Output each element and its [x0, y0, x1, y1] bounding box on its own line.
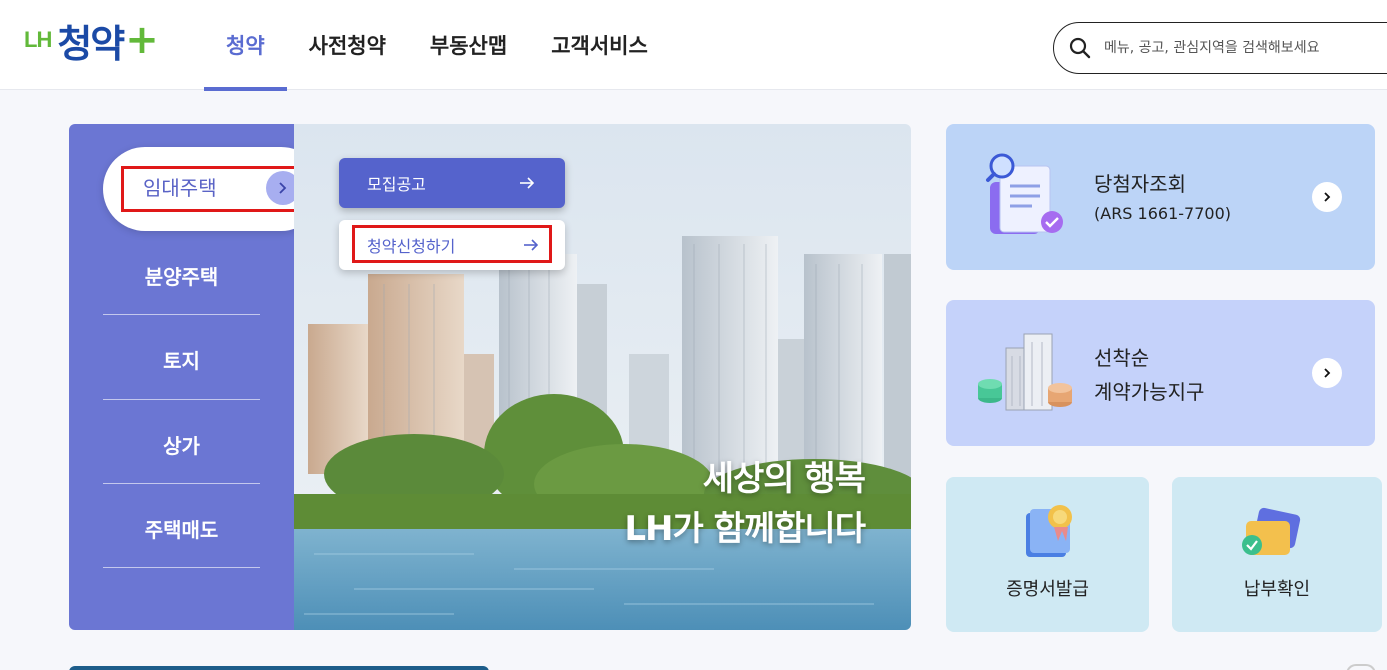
- lh-logo[interactable]: LH 청약 +: [24, 8, 159, 72]
- menu-divider: [103, 399, 260, 400]
- header: LH 청약 + 청약 사전청약 부동산맵 고객서비스: [0, 0, 1387, 91]
- hero-slogan-line1: 세상의 행복: [702, 459, 866, 499]
- first-come-card[interactable]: 선착순 계약가능지구: [946, 300, 1375, 446]
- chevron-right-icon[interactable]: [1312, 182, 1342, 212]
- highlight-box-apply: [352, 225, 552, 263]
- logo-plus-text: +: [125, 17, 159, 63]
- category-commercial[interactable]: 상가: [103, 430, 260, 459]
- winner-lookup-card[interactable]: 당첨자조회 (ARS 1661-7700): [946, 124, 1375, 270]
- certificate-icon: [1026, 505, 1072, 557]
- search-icon[interactable]: [1068, 36, 1092, 60]
- logo-main-text: 청약: [57, 21, 125, 66]
- hero-slogan: 세상의 행복 LH가 함께합니다: [624, 454, 866, 554]
- payment-check-label: 납부확인: [1243, 579, 1311, 600]
- chevron-right-icon[interactable]: [1312, 358, 1342, 388]
- hero-slogan-line2: LH가 함께합니다: [624, 509, 866, 549]
- payment-check-card[interactable]: 납부확인: [1172, 477, 1382, 632]
- building-coins-icon: [978, 333, 1072, 411]
- certificate-issue-label: 증명서발급: [1006, 579, 1089, 600]
- nav-item-real-estate-map[interactable]: 부동산맵: [408, 0, 529, 90]
- main-nav: 청약 사전청약 부동산맵 고객서비스: [204, 0, 670, 91]
- menu-divider: [103, 483, 260, 484]
- certificate-issue-card[interactable]: 증명서발급: [946, 477, 1149, 632]
- search-box[interactable]: [1053, 22, 1387, 74]
- arrow-right-icon: [520, 177, 535, 189]
- highlight-box-rental: [121, 166, 312, 212]
- logo-lh-text: LH: [24, 27, 52, 52]
- document-check-icon: [986, 153, 1063, 234]
- scroll-top-button-edge[interactable]: [1346, 664, 1376, 670]
- winner-lookup-title: 당첨자조회: [1094, 172, 1186, 196]
- search-input[interactable]: [1104, 40, 1384, 56]
- category-house-purchase[interactable]: 주택매도: [103, 514, 260, 543]
- next-section-top-edge: [69, 666, 489, 670]
- nav-item-cheongyak[interactable]: 청약: [204, 0, 287, 91]
- menu-divider: [103, 314, 260, 315]
- nav-item-customer-service[interactable]: 고객서비스: [529, 0, 670, 90]
- first-come-title-line1: 선착순: [1094, 346, 1150, 370]
- nav-item-pre-subscription[interactable]: 사전청약: [287, 0, 408, 90]
- category-land[interactable]: 토지: [103, 345, 260, 374]
- winner-lookup-ars: (ARS 1661-7700): [1094, 204, 1231, 223]
- menu-divider: [103, 567, 260, 568]
- first-come-title-line2: 계약가능지구: [1094, 380, 1205, 404]
- recruitment-notice-button[interactable]: 모집공고: [339, 158, 565, 208]
- wallet-icon: [1242, 507, 1301, 555]
- recruitment-notice-label: 모집공고: [367, 175, 426, 194]
- category-sale-housing[interactable]: 분양주택: [103, 261, 260, 290]
